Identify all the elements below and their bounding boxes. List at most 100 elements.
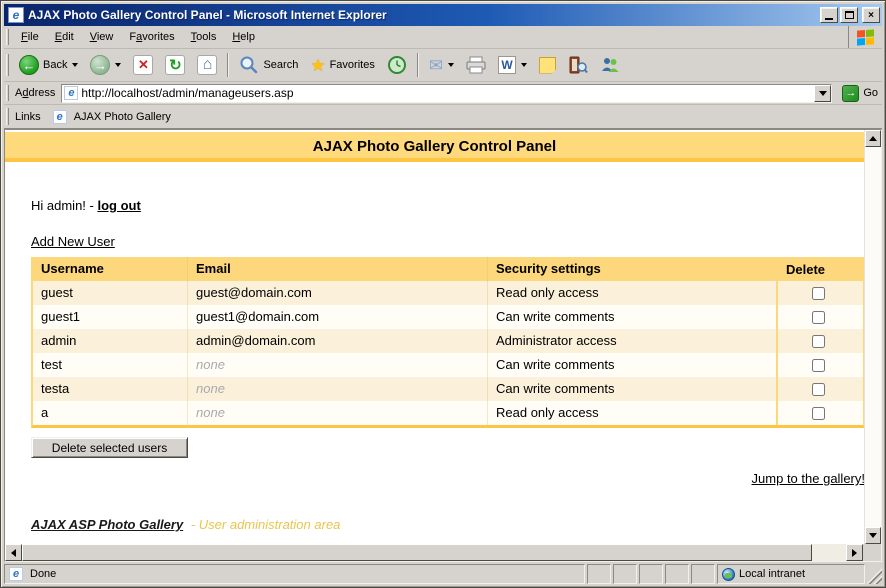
delete-checkbox[interactable] [812, 407, 825, 420]
favorites-button[interactable]: ★ Favorites [304, 51, 381, 79]
footer-note: - User administration area [191, 517, 341, 532]
close-icon: × [868, 10, 874, 21]
toolbar-grip[interactable] [6, 29, 9, 44]
username-cell: guest [33, 281, 188, 305]
close-button[interactable]: × [862, 7, 880, 23]
favorites-label: Favorites [330, 59, 375, 71]
delete-selected-users-button[interactable]: Delete selected users [31, 437, 188, 458]
menu-label: ools [196, 31, 216, 43]
stop-button[interactable]: ✕ [127, 51, 159, 79]
greeting: Hi admin! - log out [31, 198, 864, 213]
security-cell: Can write comments [488, 305, 776, 329]
refresh-icon: ↻ [165, 55, 185, 75]
toolbar-separator [417, 53, 419, 77]
address-dropdown-button[interactable] [814, 85, 831, 102]
scroll-left-button[interactable] [5, 544, 22, 561]
go-button[interactable]: → Go [838, 84, 882, 103]
security-cell: Read only access [488, 401, 776, 425]
delete-checkbox[interactable] [812, 383, 825, 396]
delete-cell [776, 329, 859, 353]
delete-checkbox[interactable] [812, 287, 825, 300]
status-pane-empty [587, 564, 611, 584]
menu-mnemonic: F [21, 31, 28, 43]
vertical-scroll-track[interactable] [865, 147, 881, 527]
delete-checkbox[interactable] [812, 311, 825, 324]
address-input-wrap: e [61, 84, 832, 103]
toolbar-separator [227, 53, 229, 77]
menu-edit[interactable]: Edit [47, 28, 82, 46]
scroll-down-button[interactable] [865, 527, 881, 544]
menu-favorites[interactable]: Favorites [121, 28, 182, 46]
link-ie-icon: e [53, 110, 67, 124]
horizontal-scroll-thumb[interactable] [22, 544, 812, 561]
zone-text: Local intranet [739, 568, 805, 580]
add-new-user-link[interactable]: Add New User [31, 234, 115, 249]
toolbar-grip[interactable] [6, 108, 9, 124]
menu-label: ile [28, 31, 39, 43]
toolbar-grip[interactable] [6, 85, 9, 100]
address-input[interactable] [81, 86, 814, 101]
horizontal-scrollbar[interactable] [5, 544, 863, 561]
forward-button[interactable]: → [84, 51, 127, 79]
page-content: AJAX Photo Gallery Control Panel Hi admi… [5, 130, 864, 544]
mail-dropdown-icon [448, 63, 454, 67]
menu-mnemonic: E [55, 31, 62, 43]
back-button[interactable]: ← Back [13, 51, 84, 79]
email-cell: guest1@domain.com [188, 305, 488, 329]
table-row: guest guest@domain.com Read only access [33, 281, 863, 305]
links-item-label: AJAX Photo Gallery [74, 111, 171, 123]
edit-dropdown-icon [521, 63, 527, 67]
go-arrow-icon: → [842, 85, 859, 102]
footer-gallery-link[interactable]: AJAX ASP Photo Gallery [31, 517, 183, 532]
toolbar-grip[interactable] [6, 54, 9, 76]
intranet-globe-icon [722, 568, 735, 581]
horizontal-scroll-track[interactable] [812, 544, 846, 561]
vertical-scrollbar[interactable] [864, 130, 881, 544]
search-button[interactable]: Search [233, 51, 304, 79]
discuss-note-icon [539, 57, 556, 74]
username-cell: a [33, 401, 188, 425]
status-pane-empty [639, 564, 663, 584]
maximize-button[interactable] [840, 7, 858, 23]
messenger-button[interactable] [594, 51, 626, 79]
home-button[interactable]: ⌂ [191, 51, 223, 79]
back-icon: ← [19, 55, 39, 75]
chevron-down-icon [819, 91, 827, 96]
history-icon [387, 55, 407, 75]
status-page-icon: e [9, 567, 23, 581]
security-cell: Administrator access [488, 329, 776, 353]
jump-to-gallery-link[interactable]: Jump to the gallery! [752, 471, 864, 486]
print-button[interactable] [460, 51, 492, 79]
menu-tools[interactable]: Tools [183, 28, 225, 46]
windows-flag-icon [857, 29, 874, 45]
scroll-up-button[interactable] [865, 130, 881, 147]
edit-with-word-button[interactable]: W [492, 51, 533, 79]
word-icon: W [498, 56, 516, 74]
minimize-button[interactable] [820, 7, 838, 23]
mail-button[interactable]: ✉ [423, 51, 460, 79]
menu-file[interactable]: File [13, 28, 47, 46]
status-pane-empty [665, 564, 689, 584]
links-item-gallery[interactable]: e AJAX Photo Gallery [47, 108, 177, 126]
research-button[interactable] [562, 51, 594, 79]
log-out-link[interactable]: log out [97, 198, 140, 213]
discuss-button[interactable] [533, 51, 562, 79]
research-icon [568, 55, 588, 75]
delete-cell [776, 401, 859, 425]
menu-label: elp [240, 31, 255, 43]
menu-help[interactable]: Help [224, 28, 263, 46]
delete-checkbox[interactable] [812, 335, 825, 348]
col-header-delete: Delete [776, 257, 859, 281]
messenger-icon [600, 55, 620, 75]
menu-view[interactable]: View [82, 28, 122, 46]
col-header-email: Email [188, 257, 488, 281]
table-row: guest1 guest1@domain.com Can write comme… [33, 305, 863, 329]
menu-mnemonic: V [90, 31, 97, 43]
email-cell: none [188, 377, 488, 401]
resize-grip[interactable] [867, 564, 882, 584]
scroll-right-button[interactable] [846, 544, 863, 561]
page-title: AJAX Photo Gallery Control Panel [313, 138, 556, 155]
refresh-button[interactable]: ↻ [159, 51, 191, 79]
history-button[interactable] [381, 51, 413, 79]
delete-checkbox[interactable] [812, 359, 825, 372]
